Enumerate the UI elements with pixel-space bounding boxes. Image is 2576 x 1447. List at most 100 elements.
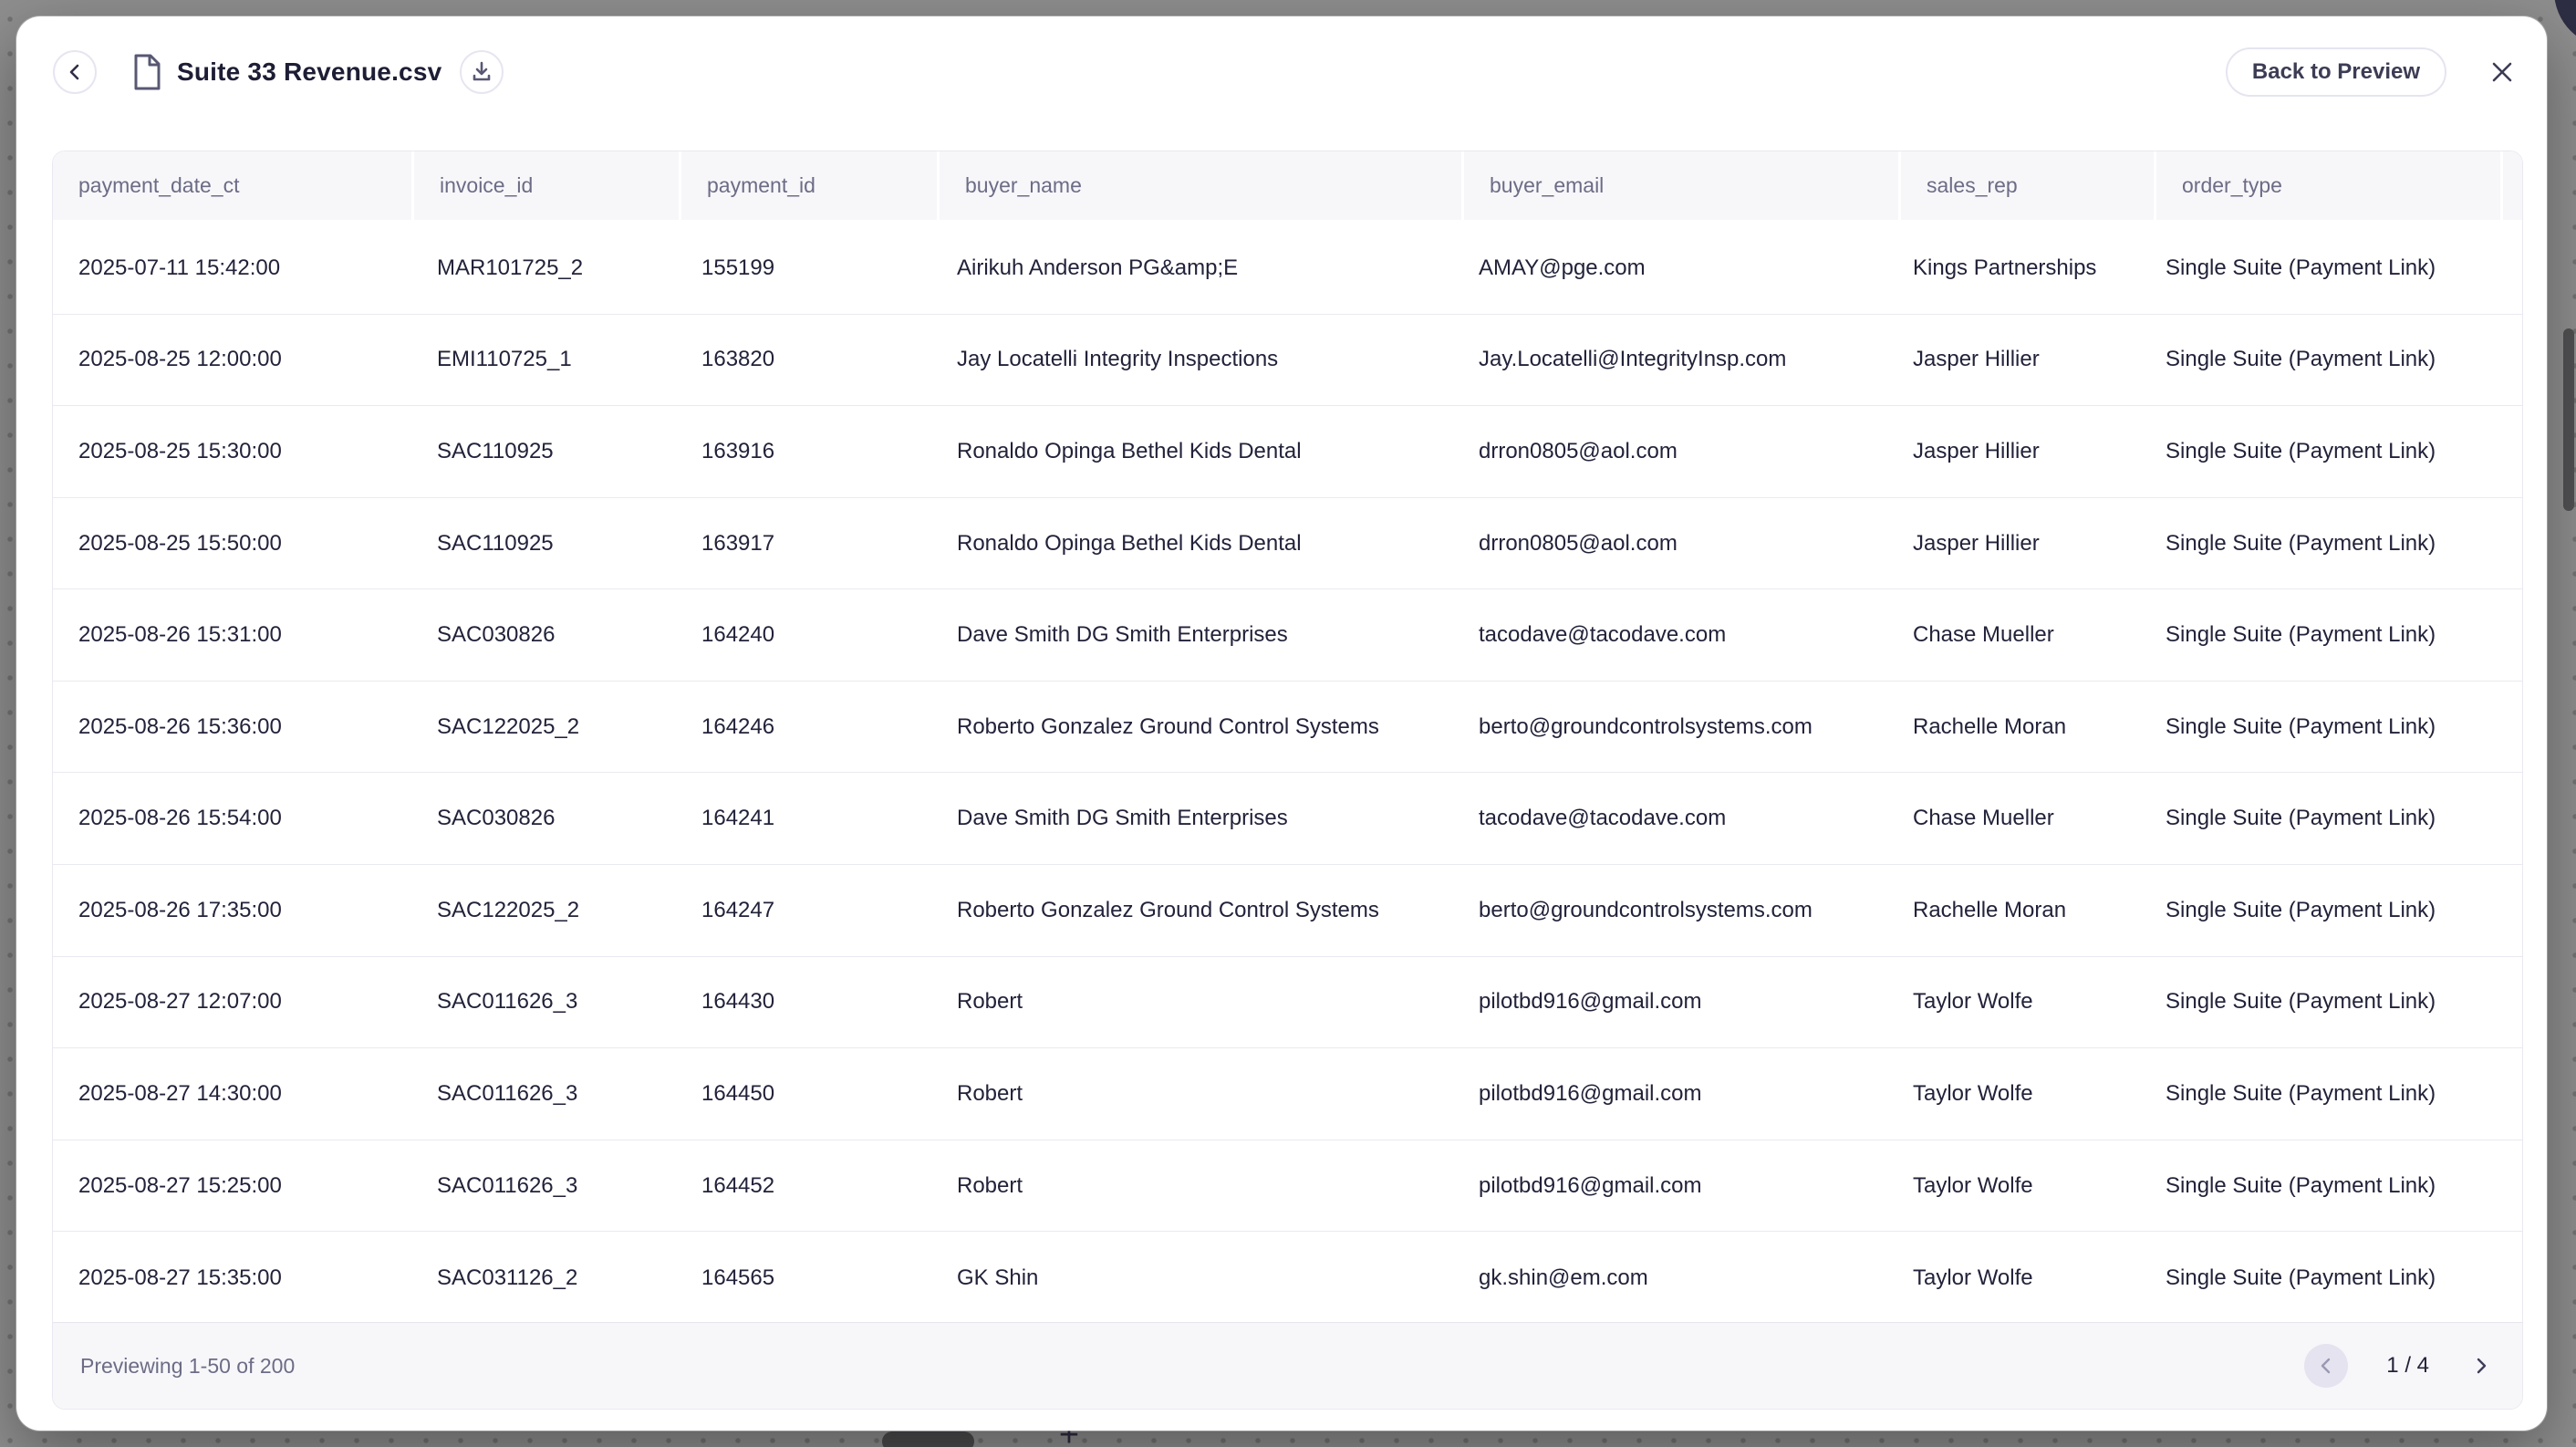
download-button[interactable]: [460, 50, 504, 94]
column-header-order_type: order_type: [2156, 151, 2500, 220]
table-cell-payment_id: 164240: [676, 589, 931, 681]
table-row: 2025-08-27 14:30:00SAC011626_3164450Robe…: [53, 1048, 2522, 1140]
table-cell-buyer_name: Jay Locatelli Integrity Inspections: [931, 315, 1453, 406]
table-cell-payment_date_ct: 2025-07-11 15:42:00: [53, 223, 411, 314]
table-cell-order_type: Single Suite (Payment Link): [2140, 1232, 2484, 1324]
table-cell-invoice_id: SAC110925: [411, 498, 676, 589]
table-cell-sales_rep: Taylor Wolfe: [1887, 1048, 2140, 1140]
table-cell-buyer_email: pilotbd916@gmail.com: [1453, 1048, 1887, 1140]
table-cell-payment_date_ct: 2025-08-25 15:30:00: [53, 406, 411, 497]
table-cell-invoice_id: SAC122025_2: [411, 865, 676, 956]
table-cell-payment_id: 163916: [676, 406, 931, 497]
table-cell-payment_date_ct: 2025-08-25 12:00:00: [53, 315, 411, 406]
table-cell-buyer_name: Robert: [931, 1048, 1453, 1140]
chevron-left-icon: [67, 62, 83, 82]
table-cell-buyer_name: Robert: [931, 1140, 1453, 1232]
table-cell-buyer_name: Ronaldo Opinga Bethel Kids Dental: [931, 498, 1453, 589]
table-cell-order_type: Single Suite (Payment Link): [2140, 589, 2484, 681]
table-cell-sales_rep: Taylor Wolfe: [1887, 1140, 2140, 1232]
table-cell-order_type: Single Suite (Payment Link): [2140, 957, 2484, 1048]
table-cell-invoice_id: SAC031126_2: [411, 1232, 676, 1324]
page-indicator: 1 / 4: [2386, 1353, 2429, 1379]
horizontal-scrollbar-thumb[interactable]: [882, 1431, 974, 1447]
table-cell-payment_date_ct: 2025-08-26 15:54:00: [53, 773, 411, 864]
table-cell-payment_date_ct: 2025-08-26 15:31:00: [53, 589, 411, 681]
table-cell-order_type: Single Suite (Payment Link): [2140, 1048, 2484, 1140]
table-cell-order_type: Single Suite (Payment Link): [2140, 1140, 2484, 1232]
column-header-x: x: [2503, 151, 2523, 220]
table-cell-buyer_name: Airikuh Anderson PG&amp;E: [931, 223, 1453, 314]
table-cell-order_type: Single Suite (Payment Link): [2140, 773, 2484, 864]
table-row: 2025-08-27 15:25:00SAC011626_3164452Robe…: [53, 1140, 2522, 1233]
table-cell-buyer_email: drron0805@aol.com: [1453, 498, 1887, 589]
table-cell-payment_date_ct: 2025-08-25 15:50:00: [53, 498, 411, 589]
table-footer: Previewing 1-50 of 200 1 / 4: [53, 1322, 2522, 1409]
table-cell-payment_date_ct: 2025-08-27 12:07:00: [53, 957, 411, 1048]
table-cell-invoice_id: MAR101725_2: [411, 223, 676, 314]
back-button[interactable]: [53, 50, 97, 94]
table-cell-buyer_name: GK Shin: [931, 1232, 1453, 1324]
table-cell-invoice_id: SAC011626_3: [411, 1048, 676, 1140]
table-cell-x: [2484, 498, 2523, 589]
preview-range-text: Previewing 1-50 of 200: [80, 1354, 295, 1379]
table-cell-payment_id: 164565: [676, 1232, 931, 1324]
table-row: 2025-08-26 15:54:00SAC030826164241Dave S…: [53, 773, 2522, 865]
table-cell-x: [2484, 1232, 2523, 1324]
table-cell-sales_rep: Jasper Hillier: [1887, 498, 2140, 589]
table-cell-sales_rep: Taylor Wolfe: [1887, 957, 2140, 1048]
next-page-button[interactable]: [2467, 1352, 2495, 1379]
table-cell-payment_id: 164246: [676, 682, 931, 773]
table-cell-x: [2484, 223, 2523, 314]
table-cell-sales_rep: Jasper Hillier: [1887, 406, 2140, 497]
table-header-row: payment_date_ctinvoice_idpayment_idbuyer…: [53, 151, 2522, 220]
table-row: 2025-08-26 15:31:00SAC030826164240Dave S…: [53, 589, 2522, 682]
dialog-header: Suite 33 Revenue.csv Back to Preview: [53, 49, 2516, 95]
table-cell-x: [2484, 865, 2523, 956]
close-button[interactable]: [2488, 58, 2516, 86]
column-header-buyer_name: buyer_name: [940, 151, 1461, 220]
table-cell-sales_rep: Chase Mueller: [1887, 773, 2140, 864]
csv-preview-dialog: Suite 33 Revenue.csv Back to Preview: [16, 16, 2547, 1431]
vertical-scrollbar-thumb[interactable]: [2563, 328, 2574, 511]
table-cell-order_type: Single Suite (Payment Link): [2140, 865, 2484, 956]
table-cell-buyer_email: pilotbd916@gmail.com: [1453, 957, 1887, 1048]
table-cell-payment_id: 163820: [676, 315, 931, 406]
table-body: 2025-07-11 15:42:00MAR101725_2155199Airi…: [53, 223, 2522, 1324]
previous-page-button[interactable]: [2304, 1344, 2348, 1388]
table-cell-x: [2484, 773, 2523, 864]
table-cell-payment_id: 163917: [676, 498, 931, 589]
table-cell-order_type: Single Suite (Payment Link): [2140, 223, 2484, 314]
chevron-left-icon: [2319, 1357, 2333, 1375]
pagination: 1 / 4: [2304, 1344, 2495, 1388]
column-header-sales_rep: sales_rep: [1901, 151, 2154, 220]
table-cell-invoice_id: SAC110925: [411, 406, 676, 497]
download-icon: [472, 61, 492, 83]
table-cell-order_type: Single Suite (Payment Link): [2140, 498, 2484, 589]
background-dark-blob: [2554, 0, 2576, 47]
table-cell-buyer_email: tacodave@tacodave.com: [1453, 773, 1887, 864]
table-cell-buyer_name: Roberto Gonzalez Ground Control Systems: [931, 865, 1453, 956]
table-cell-buyer_name: Dave Smith DG Smith Enterprises: [931, 773, 1453, 864]
table-cell-x: [2484, 682, 2523, 773]
table-cell-buyer_email: Jay.Locatelli@IntegrityInsp.com: [1453, 315, 1887, 406]
table-cell-buyer_email: AMAY@pge.com: [1453, 223, 1887, 314]
table-cell-x: [2484, 315, 2523, 406]
table-cell-buyer_name: Dave Smith DG Smith Enterprises: [931, 589, 1453, 681]
table-cell-payment_id: 164247: [676, 865, 931, 956]
table-row: 2025-08-25 12:00:00EMI110725_1163820Jay …: [53, 315, 2522, 407]
column-header-invoice_id: invoice_id: [414, 151, 679, 220]
file-document-icon: [131, 53, 162, 91]
table-cell-sales_rep: Jasper Hillier: [1887, 315, 2140, 406]
table-cell-invoice_id: SAC030826: [411, 773, 676, 864]
table-cell-buyer_email: gk.shin@em.com: [1453, 1232, 1887, 1324]
table-cell-buyer_email: pilotbd916@gmail.com: [1453, 1140, 1887, 1232]
table-cell-invoice_id: SAC011626_3: [411, 957, 676, 1048]
chevron-right-icon: [2474, 1357, 2488, 1375]
table-row: 2025-08-26 15:36:00SAC122025_2164246Robe…: [53, 682, 2522, 774]
back-to-preview-button[interactable]: Back to Preview: [2226, 47, 2446, 97]
table-cell-buyer_name: Ronaldo Opinga Bethel Kids Dental: [931, 406, 1453, 497]
table-row: 2025-08-27 12:07:00SAC011626_3164430Robe…: [53, 957, 2522, 1049]
table-cell-payment_id: 164241: [676, 773, 931, 864]
table-cell-payment_date_ct: 2025-08-27 15:25:00: [53, 1140, 411, 1232]
table-cell-payment_id: 164452: [676, 1140, 931, 1232]
